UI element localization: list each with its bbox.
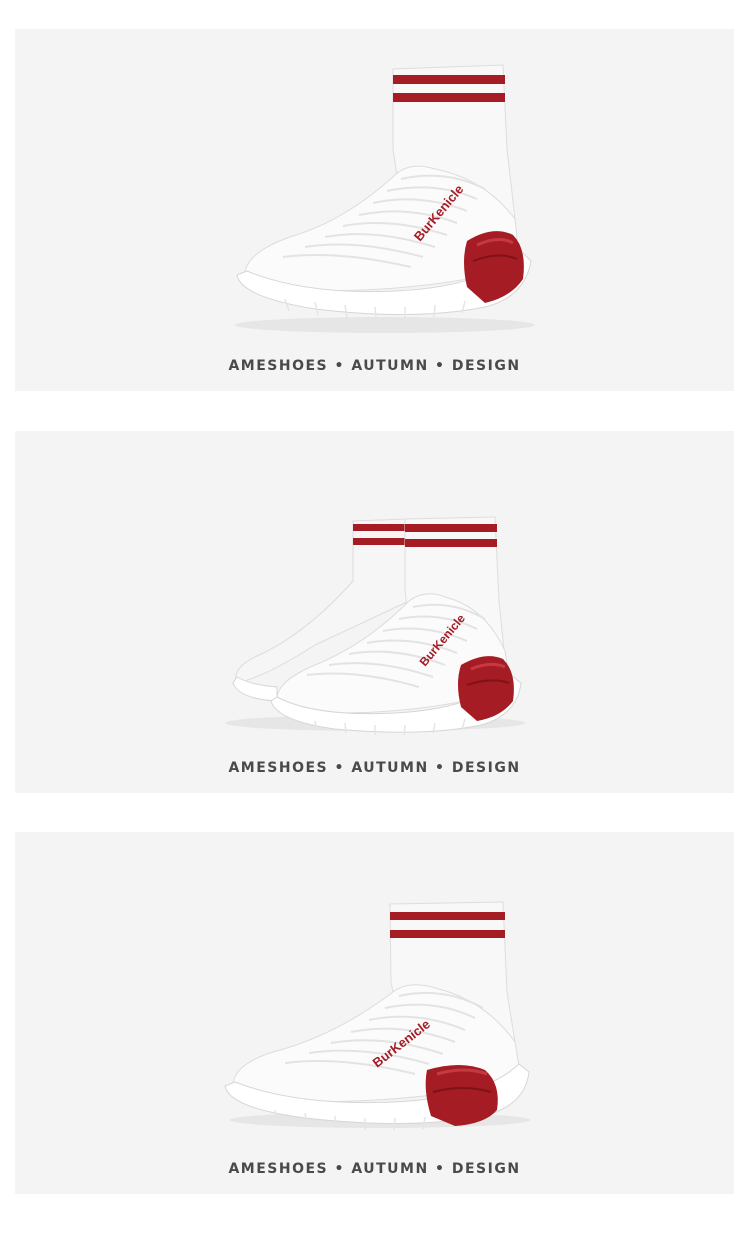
product-photo-panel: BurKenicle AMESHOES • AUTUMN • DESIGN xyxy=(15,832,734,1194)
product-photo-panel: BurKenicle AMESHOES • AUTUMN • DESIGN xyxy=(15,29,734,391)
sock-sneaker-pair-image: BurKenicle xyxy=(225,516,525,736)
collection-caption: AMESHOES • AUTUMN • DESIGN xyxy=(228,760,521,776)
sock-sneaker-image: BurKenicle xyxy=(235,64,535,333)
collection-caption: AMESHOES • AUTUMN • DESIGN xyxy=(228,358,521,374)
product-photo-panel: BurKenicle AMESHOES • AUTUMN • DESIGN xyxy=(15,431,734,793)
collection-caption: AMESHOES • AUTUMN • DESIGN xyxy=(228,1161,521,1177)
sock-sneaker-image: BurKenicle xyxy=(224,901,530,1131)
